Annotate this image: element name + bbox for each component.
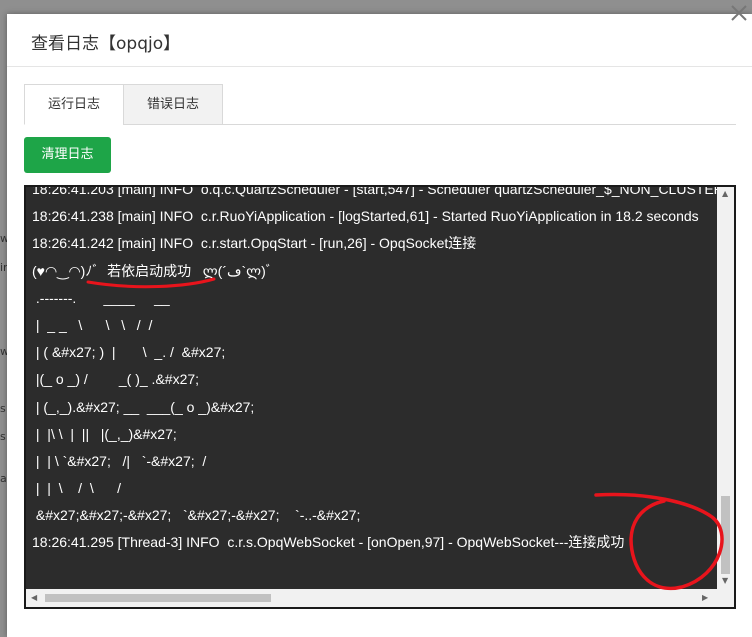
background-edge-char: s	[0, 402, 6, 415]
log-line: 18:26:41.203 [main] INFO o.q.c.QuartzSch…	[32, 185, 722, 197]
log-line: 18:26:41.238 [main] INFO c.r.RuoYiApplic…	[32, 208, 699, 225]
log-line: | ( &#x27; ) | \ _. / &#x27;	[32, 344, 226, 361]
tab-error-log[interactable]: 错误日志	[123, 84, 223, 125]
log-line: | |\ \ | || |(_,_)&#x27;	[32, 425, 177, 442]
log-console[interactable]: 18:26:41.203 [main] INFO o.q.c.QuartzSch…	[24, 185, 736, 609]
log-line: | _ _ \ \ \ / /	[32, 316, 153, 333]
log-line: (♥◠‿◠)ﾉﾞ 若依启动成功 ლ(´ڡ`ლ)ﾞ	[32, 262, 273, 279]
background-edge-char: ir	[0, 261, 8, 274]
log-line: 18:26:41.242 [main] INFO c.r.start.OpqSt…	[32, 235, 477, 252]
log-line: |(_ o _) / _( )_ .&#x27;	[32, 371, 200, 388]
vertical-scrollbar[interactable]: ▲ ▼	[717, 187, 734, 591]
chevron-left-icon[interactable]: ◀	[31, 594, 39, 602]
dialog-header: 查看日志【opqjo】	[7, 5, 752, 67]
log-line: 18:26:41.295 [Thread-3] INFO c.r.s.OpqWe…	[32, 534, 625, 551]
chevron-down-icon[interactable]: ▼	[722, 577, 730, 585]
vertical-scroll-thumb[interactable]	[721, 496, 730, 574]
chevron-right-icon[interactable]: ▶	[702, 594, 710, 602]
dialog-title: 查看日志【opqjo】	[31, 34, 181, 54]
background-edge-char: s	[0, 430, 6, 443]
log-line: | | \ / \ /	[32, 480, 121, 497]
background-edge-char: a	[0, 472, 7, 485]
log-line: | | \ `&#x27; /| `-&#x27; /	[32, 452, 207, 469]
log-line: .-------. ____ __	[32, 289, 170, 306]
background-edge-char: w	[0, 345, 9, 358]
clear-log-button[interactable]: 清理日志	[24, 137, 111, 173]
close-icon[interactable]	[728, 2, 750, 24]
horizontal-scroll-thumb[interactable]	[45, 594, 271, 602]
log-tabs: 运行日志 错误日志	[24, 84, 736, 125]
chevron-up-icon[interactable]: ▲	[722, 190, 730, 198]
log-dialog: 查看日志【opqjo】 运行日志 错误日志 清理日志 18:26:41.203 …	[7, 5, 752, 637]
log-line: | (_,_).&#x27; __ ___(_ o _)&#x27;	[32, 398, 255, 415]
log-line: &#x27;&#x27;-&#x27; `&#x27;-&#x27; `-..-…	[32, 507, 361, 524]
horizontal-scrollbar[interactable]: ◀ ▶	[26, 589, 734, 607]
log-lines: 18:26:41.203 [main] INFO o.q.c.QuartzSch…	[32, 185, 722, 557]
background-edge-char: w	[0, 232, 9, 245]
tab-run-log[interactable]: 运行日志	[24, 84, 124, 125]
